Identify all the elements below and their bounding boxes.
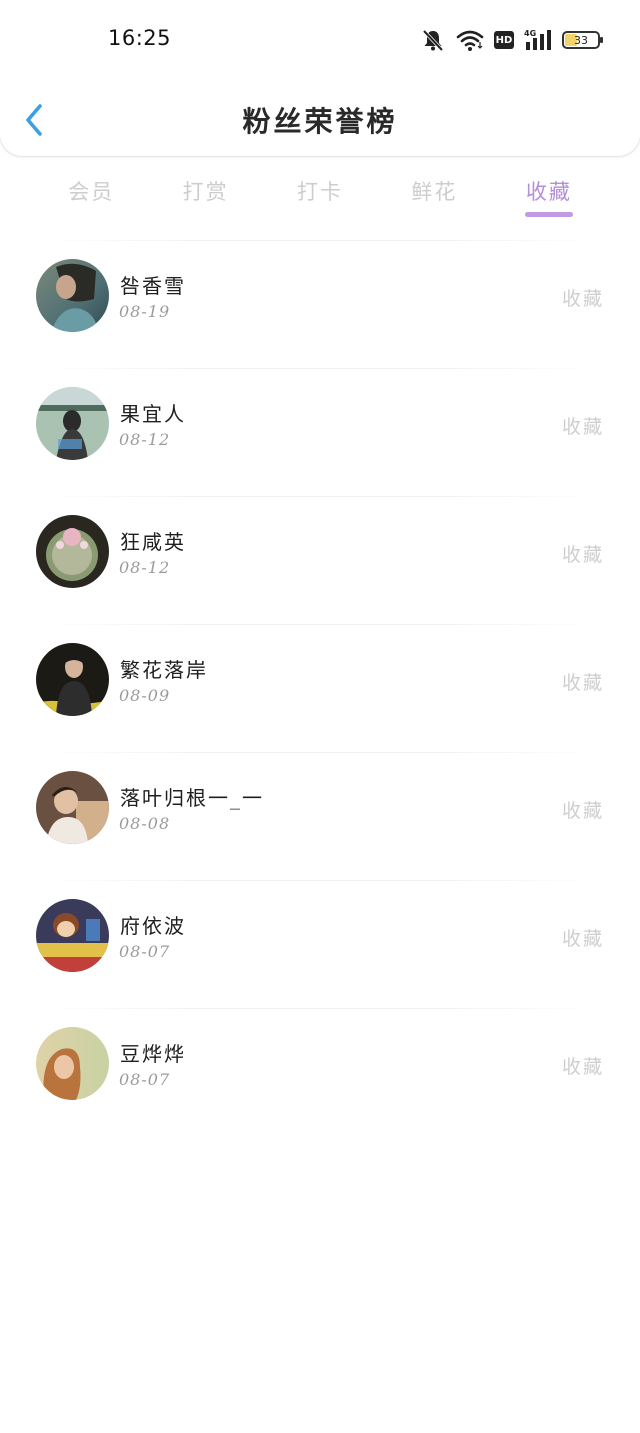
fan-date: 08-12 — [119, 430, 171, 449]
fan-list: 咎香雪 08-19 收藏 果宜人 08-12 收藏 狂咸英 08-12 收藏 繁… — [0, 240, 640, 1136]
fan-name: 果宜人 — [120, 402, 186, 426]
fan-name: 府依波 — [120, 914, 186, 938]
tab-bar: 会员 打赏 打卡 鲜花 收藏 — [34, 168, 606, 224]
action-label: 收藏 — [561, 416, 604, 438]
page-title: 粉丝荣誉榜 — [242, 105, 398, 138]
action-label: 收藏 — [561, 672, 604, 694]
action-label: 收藏 — [561, 800, 604, 822]
cellular-signal-icon: 4G — [524, 28, 552, 52]
tab-tips[interactable]: 打赏 — [148, 168, 262, 224]
fan-row[interactable]: 落叶归根一_一 08-08 收藏 — [0, 752, 640, 880]
avatar[interactable] — [36, 899, 109, 972]
fan-date: 08-12 — [119, 558, 171, 577]
hd-badge: HD — [494, 31, 514, 49]
tab-flowers[interactable]: 鲜花 — [377, 168, 491, 224]
battery-indicator: 33 — [562, 31, 603, 49]
fan-name: 咎香雪 — [120, 274, 186, 298]
fan-date: 08-09 — [119, 686, 171, 705]
status-bar: 16:25 HD 4G 33 — [0, 0, 640, 80]
action-label: 收藏 — [561, 928, 604, 950]
fan-row[interactable]: 府依波 08-07 收藏 — [0, 880, 640, 1008]
fan-row[interactable]: 狂咸英 08-12 收藏 — [0, 496, 640, 624]
fan-date: 08-07 — [119, 1070, 171, 1089]
fan-name: 繁花落岸 — [120, 658, 208, 682]
fan-name: 豆烨烨 — [120, 1042, 186, 1066]
fan-date: 08-07 — [119, 942, 171, 961]
action-label: 收藏 — [561, 1056, 604, 1078]
battery-cap — [600, 37, 603, 43]
avatar[interactable] — [36, 259, 109, 332]
tab-membership[interactable]: 会员 — [34, 168, 148, 224]
fan-date: 08-08 — [119, 814, 171, 833]
fan-date: 08-19 — [119, 302, 171, 321]
avatar[interactable] — [36, 771, 109, 844]
avatar[interactable] — [36, 387, 109, 460]
action-label: 收藏 — [561, 288, 604, 310]
avatar[interactable] — [36, 643, 109, 716]
avatar[interactable] — [36, 1027, 109, 1100]
fan-row[interactable]: 繁花落岸 08-09 收藏 — [0, 624, 640, 752]
mute-bell-icon — [420, 28, 446, 52]
fan-row[interactable]: 果宜人 08-12 收藏 — [0, 368, 640, 496]
tab-checkin[interactable]: 打卡 — [263, 168, 377, 224]
fan-row[interactable]: 豆烨烨 08-07 收藏 — [0, 1008, 640, 1136]
fan-name: 狂咸英 — [120, 530, 186, 554]
status-icons: HD 4G 33 — [420, 26, 603, 54]
status-time: 16:25 — [108, 26, 172, 50]
app-header: 16:25 HD 4G 33 粉丝荣誉榜 — [0, 0, 640, 156]
svg-text:4G: 4G — [524, 29, 536, 38]
battery-level: 33 — [574, 33, 588, 47]
avatar[interactable] — [36, 515, 109, 588]
wifi-icon — [456, 28, 484, 52]
action-label: 收藏 — [561, 544, 604, 566]
fan-name: 落叶归根一_一 — [120, 786, 264, 810]
fan-row[interactable]: 咎香雪 08-19 收藏 — [0, 240, 640, 368]
tab-favorites[interactable]: 收藏 — [492, 168, 606, 224]
